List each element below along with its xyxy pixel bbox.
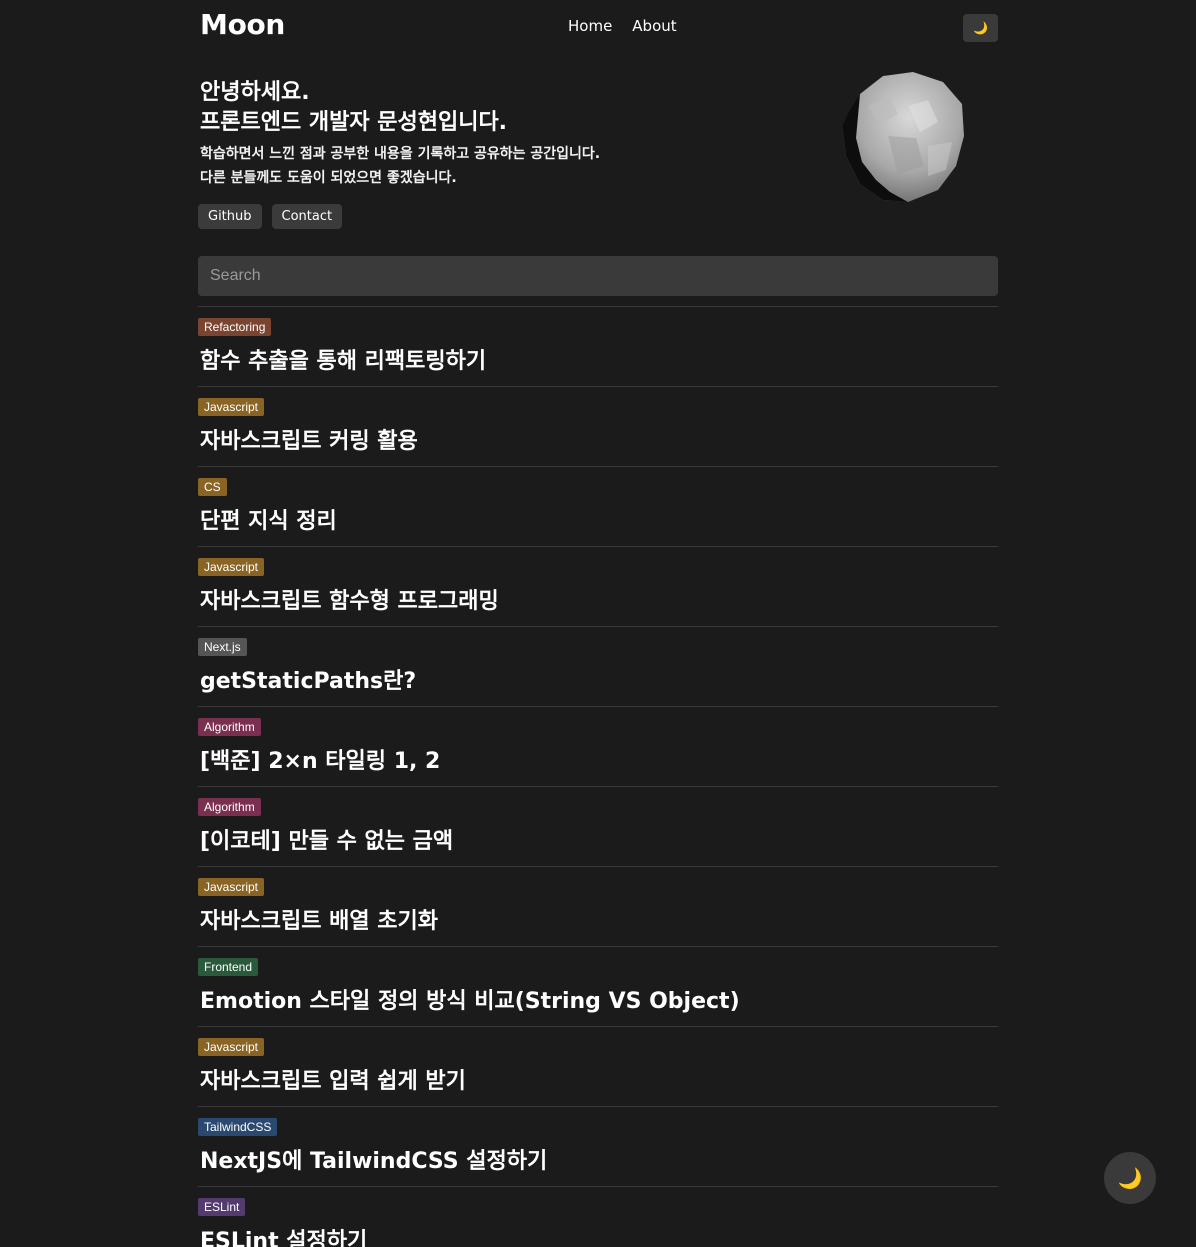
post-title[interactable]: [이코테] 만들 수 없는 금액 [200,823,453,855]
greeting-line-2: 프론트엔드 개발자 문성현입니다. [200,110,508,135]
post-list-item[interactable]: Javascript 자바스크립트 함수형 프로그래밍 [198,547,998,627]
post-tag[interactable]: CS [198,478,227,496]
post-list-item[interactable]: Javascript 자바스크립트 입력 쉽게 받기 [198,1027,998,1107]
post-tag[interactable]: TailwindCSS [198,1118,278,1136]
contact-button[interactable]: Contact [271,204,343,229]
theme-toggle-button[interactable]: 🌙 [963,14,998,42]
post-list-item[interactable]: Frontend Emotion 스타일 정의 방식 비교(String VS O… [198,947,998,1027]
post-title[interactable]: [백준] 2×n 타일링 1, 2 [200,743,440,775]
nav-about-link[interactable]: About [632,17,676,35]
post-title[interactable]: 함수 추출을 통해 리팩토링하기 [200,343,486,375]
intro-section: 안녕하세요. 프론트엔드 개발자 문성현입니다. 학습하면서 느낀 점과 공부한… [198,54,998,254]
description-line-1: 학습하면서 느낀 점과 공부한 내용을 기록하고 공유하는 공간입니다. [200,146,601,162]
post-tag[interactable]: Algorithm [198,718,261,736]
post-list-item[interactable]: TailwindCSS NextJS에 TailwindCSS 설정하기 [198,1107,998,1187]
github-button[interactable]: Github [198,204,262,229]
description-line-2: 다른 분들께도 도움이 되었으면 좋겠습니다. [200,170,457,186]
post-tag[interactable]: Javascript [198,398,265,416]
post-list-item[interactable]: Next.js getStaticPaths란? [198,627,998,707]
floating-theme-toggle-button[interactable]: 🌙 [1104,1152,1156,1204]
post-tag[interactable]: Frontend [198,958,259,976]
post-title[interactable]: 자바스크립트 배열 초기화 [200,903,438,935]
post-tag[interactable]: Next.js [198,638,247,656]
page-container: Moon Home About 🌙 안녕하세요. 프론트엔드 개발자 문성현입니… [198,0,998,1247]
post-title[interactable]: 자바스크립트 커링 활용 [200,423,418,455]
post-title[interactable]: NextJS에 TailwindCSS 설정하기 [200,1143,547,1175]
post-list-item[interactable]: Javascript 자바스크립트 커링 활용 [198,387,998,467]
moon-3d-illustration [842,72,964,202]
intro-greeting: 안녕하세요. 프론트엔드 개발자 문성현입니다. [200,78,507,138]
post-list-item[interactable]: Refactoring 함수 추출을 통해 리팩토링하기 [198,307,998,387]
post-title[interactable]: 자바스크립트 입력 쉽게 받기 [200,1063,466,1095]
intro-description: 학습하면서 느낀 점과 공부한 내용을 기록하고 공유하는 공간입니다. 다른 … [200,142,600,190]
post-title[interactable]: Emotion 스타일 정의 방식 비교(String VS Object) [200,983,740,1015]
post-tag[interactable]: Javascript [198,558,265,576]
main-nav: Home About [568,17,677,35]
post-title[interactable]: 자바스크립트 함수형 프로그래밍 [200,583,499,615]
post-list-item[interactable]: CS 단편 지식 정리 [198,467,998,547]
post-tag[interactable]: Refactoring [198,318,272,336]
intro-buttons: Github Contact [198,204,343,229]
moon-icon: 🌙 [973,21,988,35]
greeting-line-1: 안녕하세요. [200,80,310,105]
post-tag[interactable]: ESLint [198,1198,246,1216]
post-list: Refactoring 함수 추출을 통해 리팩토링하기 Javascript 자바스… [198,306,998,1247]
post-tag[interactable]: Algorithm [198,798,261,816]
post-list-item[interactable]: Javascript 자바스크립트 배열 초기화 [198,867,998,947]
site-header: Moon Home About 🌙 [198,0,998,54]
site-logo[interactable]: Moon [200,8,285,41]
post-title[interactable]: ESLint 설정하기 [200,1223,367,1247]
search-input[interactable] [198,256,998,296]
nav-home-link[interactable]: Home [568,17,612,35]
post-list-item[interactable]: Algorithm [백준] 2×n 타일링 1, 2 [198,707,998,787]
search-box [198,256,998,296]
post-title[interactable]: 단편 지식 정리 [200,503,337,535]
post-tag[interactable]: Javascript [198,878,265,896]
post-list-item[interactable]: ESLint ESLint 설정하기 [198,1187,998,1247]
moon-icon: 🌙 [1117,1166,1143,1190]
post-title[interactable]: getStaticPaths란? [200,663,416,695]
post-list-item[interactable]: Algorithm [이코테] 만들 수 없는 금액 [198,787,998,867]
post-tag[interactable]: Javascript [198,1038,265,1056]
